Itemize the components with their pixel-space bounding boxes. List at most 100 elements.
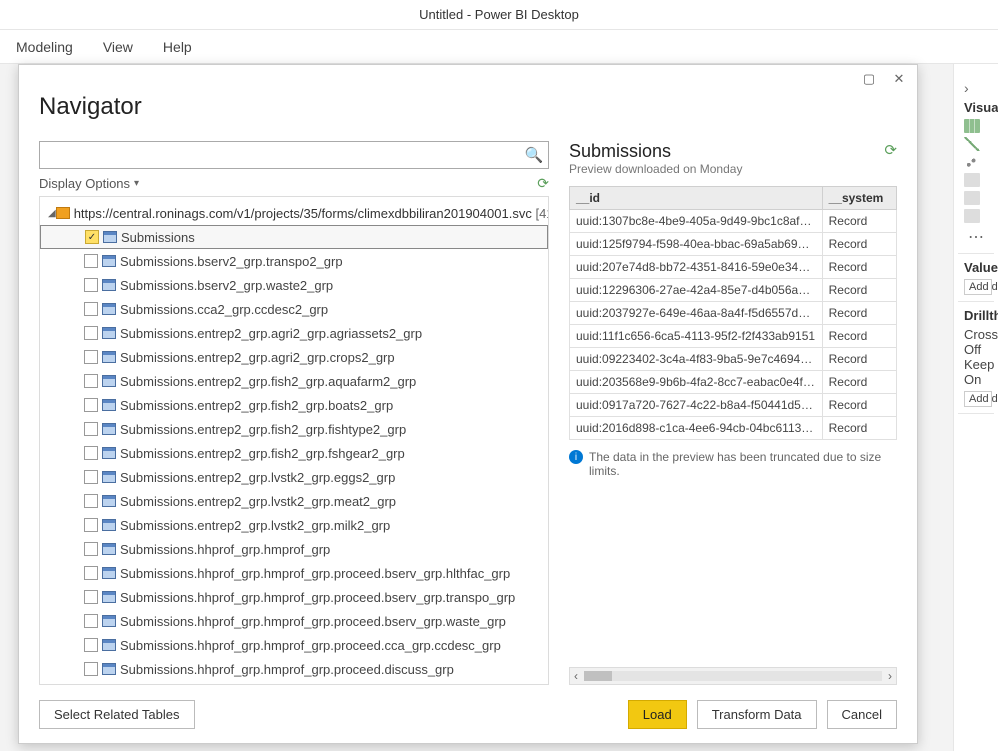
checkbox[interactable]	[84, 254, 98, 268]
checkbox[interactable]	[84, 614, 98, 628]
tree-item[interactable]: Submissions.entrep2_grp.agri2_grp.crops2…	[40, 345, 548, 369]
tree-item-label: Submissions.entrep2_grp.fish2_grp.boats2…	[120, 398, 393, 413]
table-icon	[102, 663, 116, 675]
table-icon	[102, 639, 116, 651]
cancel-button[interactable]: Cancel	[827, 700, 897, 729]
checkbox-checked[interactable]: ✓	[85, 230, 99, 244]
navigator-left-panel: 🔍 Display Options ▾ ⟳ ◢ https://central.…	[39, 141, 549, 685]
tree-item[interactable]: Submissions.entrep2_grp.fish2_grp.fishty…	[40, 417, 548, 441]
bar-chart-icon[interactable]	[964, 119, 980, 133]
viz-icon[interactable]	[964, 209, 980, 223]
checkbox[interactable]	[84, 422, 98, 436]
search-field[interactable]: 🔍	[39, 141, 549, 169]
chevron-down-icon: ▾	[134, 178, 139, 189]
table-icon	[102, 591, 116, 603]
table-row[interactable]: uuid:12296306-27ae-42a4-85e7-d4b056a0230…	[570, 279, 897, 302]
tree-scroll[interactable]: ◢ https://central.roninags.com/v1/projec…	[40, 197, 548, 684]
table-row[interactable]: uuid:2037927e-649e-46aa-8a4f-f5d6557da6d…	[570, 302, 897, 325]
tree-root[interactable]: ◢ https://central.roninags.com/v1/projec…	[40, 201, 548, 225]
tree-item[interactable]: Submissions.entrep2_grp.lvstk2_grp.milk2…	[40, 513, 548, 537]
table-icon	[102, 351, 116, 363]
checkbox[interactable]	[84, 278, 98, 292]
checkbox[interactable]	[84, 566, 98, 580]
tree-item[interactable]: Submissions.entrep2_grp.fish2_grp.fshgea…	[40, 441, 548, 465]
table-icon	[103, 231, 117, 243]
checkbox[interactable]	[84, 374, 98, 388]
tree-item[interactable]: Submissions.entrep2_grp.fish2_grp.boats2…	[40, 393, 548, 417]
checkbox[interactable]	[84, 662, 98, 676]
checkbox[interactable]	[84, 326, 98, 340]
checkbox[interactable]	[84, 638, 98, 652]
table-row[interactable]: uuid:125f9794-f598-40ea-bbac-69a5ab690a4…	[570, 233, 897, 256]
checkbox[interactable]	[84, 590, 98, 604]
display-options-dropdown[interactable]: Display Options ▾	[39, 176, 139, 191]
refresh-icon[interactable]: ⟳	[537, 175, 549, 192]
table-row[interactable]: uuid:09223402-3c4a-4f83-9ba5-9e7c4694997…	[570, 348, 897, 371]
table-icon	[102, 567, 116, 579]
close-icon[interactable]: ✕	[889, 69, 909, 89]
tree-item[interactable]: Submissions.hhprof_grp.hmprof_grp.procee…	[40, 633, 548, 657]
checkbox[interactable]	[84, 494, 98, 508]
table-row[interactable]: uuid:11f1c656-6ca5-4113-95f2-f2f433ab915…	[570, 325, 897, 348]
table-row[interactable]: uuid:203568e9-9b6b-4fa2-8cc7-eabac0e4f4b…	[570, 371, 897, 394]
select-related-tables-button[interactable]: Select Related Tables	[39, 700, 195, 729]
chevron-right-icon[interactable]: ›	[964, 76, 992, 100]
tree-item[interactable]: Submissions.bserv2_grp.waste2_grp	[40, 273, 548, 297]
dialog-title: Navigator	[19, 93, 917, 129]
tree-item[interactable]: Submissions.hhprof_grp.hmprof_grp	[40, 537, 548, 561]
search-icon[interactable]: 🔍	[520, 141, 548, 169]
tree-item[interactable]: Submissions.hhprof_grp.hmprof_grp.procee…	[40, 657, 548, 681]
checkbox[interactable]	[84, 470, 98, 484]
menu-view[interactable]: View	[103, 39, 133, 55]
add-drillthrough[interactable]: Add drillthrough fields here	[964, 391, 992, 407]
tree-item-submissions[interactable]: ✓ Submissions	[40, 225, 548, 249]
table-row[interactable]: uuid:0917a720-7627-4c22-b8a4-f50441d5c49…	[570, 394, 897, 417]
line-chart-icon[interactable]	[964, 137, 980, 151]
scroll-left-icon[interactable]: ‹	[574, 669, 578, 683]
tree-item[interactable]: Submissions.hhprof_grp.hmprof_grp.procee…	[40, 561, 548, 585]
table-row[interactable]: uuid:207e74d8-bb72-4351-8416-59e0e342d9d…	[570, 256, 897, 279]
col-system[interactable]: __system	[822, 187, 896, 210]
tree-item[interactable]: Submissions.bserv2_grp.transpo2_grp	[40, 249, 548, 273]
scroll-right-icon[interactable]: ›	[888, 669, 892, 683]
checkbox[interactable]	[84, 446, 98, 460]
tree-item[interactable]: Submissions.entrep2_grp.lvstk2_grp.eggs2…	[40, 465, 548, 489]
maximize-icon[interactable]: ▢	[859, 69, 879, 89]
refresh-preview-icon[interactable]: ⟳	[884, 141, 897, 159]
app-title: Untitled - Power BI Desktop	[419, 7, 579, 22]
cell-id: uuid:125f9794-f598-40ea-bbac-69a5ab690a4…	[570, 233, 823, 256]
tree-item[interactable]: Submissions.entrep2_grp.agri2_grp.agrias…	[40, 321, 548, 345]
table-row[interactable]: uuid:2016d898-c1ca-4ee6-94cb-04bc6113b3b…	[570, 417, 897, 440]
checkbox[interactable]	[84, 302, 98, 316]
cell-system: Record	[822, 348, 896, 371]
tree-item[interactable]: Submissions.hhprof_grp.hmprof_grp.procee…	[40, 585, 548, 609]
table-row[interactable]: uuid:1307bc8e-4be9-405a-9d49-9bc1c8af4de…	[570, 210, 897, 233]
keep-filters-toggle[interactable]: On	[964, 372, 992, 387]
tree-item[interactable]: Submissions.cca2_grp.ccdesc2_grp	[40, 297, 548, 321]
tree-item[interactable]: Submissions.entrep2_grp.fish2_grp.aquafa…	[40, 369, 548, 393]
checkbox[interactable]	[84, 398, 98, 412]
more-icon[interactable]: ⋯	[964, 227, 992, 247]
transform-data-button[interactable]: Transform Data	[697, 700, 817, 729]
cell-id: uuid:2016d898-c1ca-4ee6-94cb-04bc6113b3b…	[570, 417, 823, 440]
checkbox[interactable]	[84, 542, 98, 556]
values-title: Values	[964, 260, 992, 275]
checkbox[interactable]	[84, 350, 98, 364]
tree-item[interactable]: Submissions.entrep2_grp.lvstk2_grp.meat2…	[40, 489, 548, 513]
viz-icon[interactable]	[964, 173, 980, 187]
viz-icon[interactable]	[964, 191, 980, 205]
cross-report-toggle[interactable]: Off	[964, 342, 992, 357]
load-button[interactable]: Load	[628, 700, 687, 729]
collapse-icon[interactable]: ◢	[48, 208, 56, 219]
add-data-field[interactable]: Add data fields here	[964, 279, 992, 295]
col-id[interactable]: __id	[570, 187, 823, 210]
horizontal-scrollbar[interactable]: ‹ ›	[569, 667, 897, 685]
checkbox[interactable]	[84, 518, 98, 532]
scatter-chart-icon[interactable]	[964, 155, 980, 169]
menu-help[interactable]: Help	[163, 39, 192, 55]
search-input[interactable]	[40, 144, 520, 167]
menu-modeling[interactable]: Modeling	[16, 39, 73, 55]
table-icon	[102, 423, 116, 435]
tree-item[interactable]: Submissions.hhprof_grp.hmprof_grp.procee…	[40, 609, 548, 633]
table-icon	[102, 255, 116, 267]
